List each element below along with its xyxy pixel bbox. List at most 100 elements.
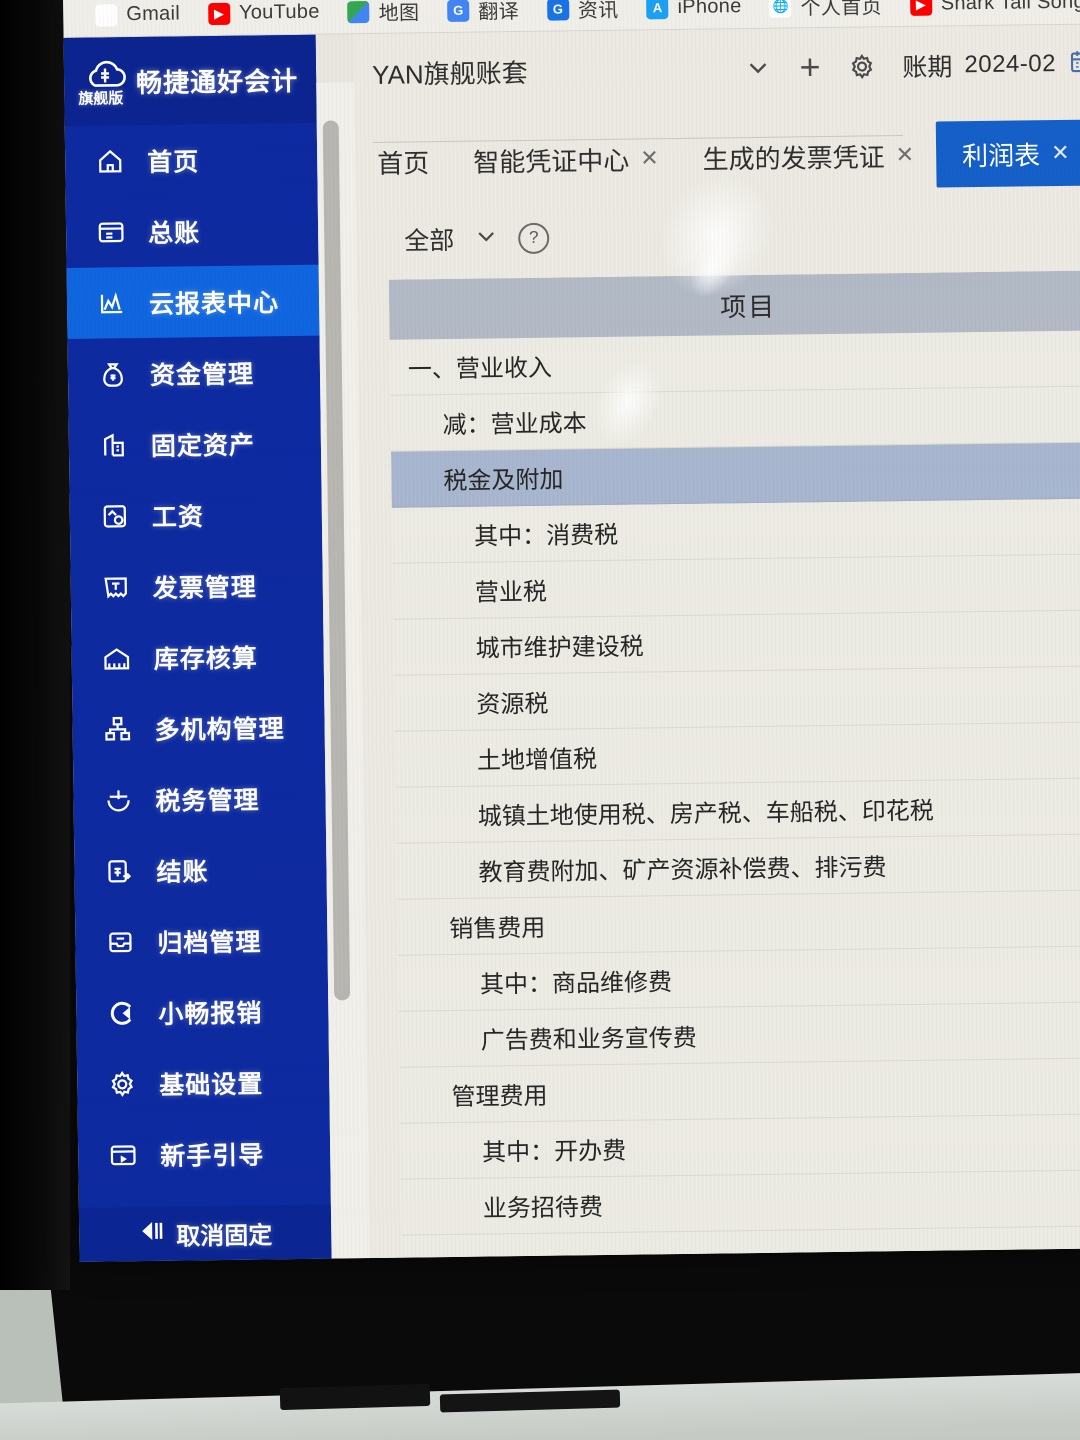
- youtube-icon: ▶: [207, 2, 231, 25]
- sidebar-item-multi-org-management[interactable]: 多机构管理: [72, 691, 325, 765]
- screen-area: M Gmail ▶ YouTube 地图 G 翻译 G 资讯 A iPhone: [63, 0, 1080, 1262]
- settlement-icon: [102, 854, 136, 888]
- tab-smart-voucher-center[interactable]: 智能凭证中心 ✕: [451, 127, 681, 192]
- sidebar-item-label: 固定资产: [150, 431, 256, 461]
- table-row[interactable]: 其中：消费税: [391, 498, 1080, 564]
- table-row[interactable]: 业务招待费: [400, 1170, 1080, 1236]
- bookmark-label: 地图: [378, 2, 420, 25]
- bookmark-maps[interactable]: 地图: [334, 0, 434, 26]
- collapse-arrow-icon: [138, 1219, 168, 1248]
- sidebar-item-xiaochang-expense[interactable]: 小畅报销: [76, 975, 329, 1049]
- row-label: 营业税: [474, 578, 548, 607]
- calendar-icon[interactable]: [1068, 47, 1080, 80]
- sidebar-item-label: 结账: [156, 857, 209, 887]
- row-label: 其中：开办费: [482, 1137, 627, 1167]
- column-header-item: 项目: [719, 291, 777, 322]
- income-statement-table: 项目 一、营业收入 减：营业成本 税金及附加 其中：消费税 营业税 城市维护建设…: [388, 270, 1080, 1258]
- table-row[interactable]: 销售费用: [396, 890, 1080, 956]
- bookmark-label: Shark Tail Song: [940, 0, 1080, 15]
- sidebar-item-label: 资金管理: [149, 360, 255, 390]
- table-row[interactable]: 土地增值税: [394, 722, 1080, 788]
- sidebar-item-payroll[interactable]: 工资: [69, 478, 322, 552]
- table-row[interactable]: 营业税: [392, 554, 1080, 620]
- sidebar-item-label: 归档管理: [157, 927, 262, 958]
- table-row[interactable]: 管理费用: [399, 1058, 1080, 1124]
- filter-selected-value[interactable]: 全部: [404, 221, 454, 258]
- tab-income-statement[interactable]: 利润表 ✕: [935, 119, 1080, 188]
- chevron-down-icon[interactable]: [732, 42, 785, 95]
- table-row[interactable]: 减：营业成本: [390, 386, 1080, 452]
- close-icon[interactable]: ✕: [1051, 140, 1070, 166]
- plus-icon[interactable]: [784, 41, 837, 94]
- bookmark-label: YouTube: [238, 0, 320, 24]
- bookmark-translate[interactable]: G 翻译: [433, 0, 533, 25]
- row-label: 管理费用: [451, 1082, 548, 1112]
- tab-generated-invoice-voucher[interactable]: 生成的发票凭证 ✕: [680, 124, 936, 189]
- bookmark-news[interactable]: G 资讯: [533, 0, 633, 24]
- sidebar-item-basic-settings[interactable]: 基础设置: [77, 1046, 330, 1120]
- sidebar-item-label: 库存核算: [153, 644, 258, 674]
- bookmark-iphone[interactable]: A iPhone: [632, 0, 755, 20]
- bookmark-label: 资讯: [577, 0, 619, 23]
- close-icon[interactable]: ✕: [895, 142, 914, 168]
- sidebar-item-label: 工资: [151, 502, 205, 532]
- sidebar-brand[interactable]: 畅捷通好会计 旗舰版: [63, 34, 317, 126]
- archive-icon: [103, 925, 137, 959]
- sidebar-item-fixed-assets[interactable]: 固定资产: [68, 407, 321, 481]
- table-row[interactable]: 教育费附加、矿产资源补偿费、排污费: [396, 834, 1080, 900]
- sidebar-item-beginner-guide[interactable]: 新手引导: [78, 1117, 331, 1191]
- table-row[interactable]: 资源税: [393, 666, 1080, 732]
- table-row[interactable]: 城市维护建设税: [393, 610, 1080, 676]
- tab-bar: 首页 智能凭证中心 ✕ 生成的发票凭证 ✕ 利润表 ✕: [355, 110, 1080, 204]
- sidebar-item-cloud-report-center[interactable]: 云报表中心: [66, 264, 320, 339]
- tab-home[interactable]: 首页: [355, 130, 452, 193]
- bookmark-personal-home[interactable]: 🌐 个人首页: [755, 0, 896, 21]
- account-set-title[interactable]: YAN旗舰账套: [372, 52, 528, 91]
- sidebar-item-tax-management[interactable]: 税务管理: [73, 762, 326, 836]
- globe-icon: 🌐: [769, 0, 792, 18]
- table-row[interactable]: 广告费和业务宣传费: [398, 1002, 1080, 1068]
- brand-name: 畅捷通好会计: [135, 65, 299, 98]
- row-label: 其中：商品维修费: [479, 969, 673, 999]
- sidebar-item-label: 新手引导: [160, 1140, 265, 1171]
- topbar-spacer: [528, 68, 733, 71]
- bookmark-label: 翻译: [478, 1, 520, 24]
- sidebar-item-ledger[interactable]: 总账: [66, 194, 319, 268]
- table-row[interactable]: 城镇土地使用税、房产税、车船税、印花税: [395, 778, 1080, 844]
- bookmark-label: Gmail: [126, 2, 181, 26]
- sidebar-item-inventory-accounting[interactable]: 库存核算: [71, 620, 324, 694]
- gear-icon[interactable]: [836, 40, 889, 93]
- row-label: 城市维护建设税: [475, 633, 644, 663]
- gear-icon: [105, 1067, 139, 1101]
- sidebar-item-invoice-management[interactable]: 发票管理: [70, 549, 323, 623]
- row-label: 减：营业成本: [442, 410, 587, 440]
- tab-label: 智能凭证中心: [473, 145, 630, 178]
- table-row[interactable]: 一、营业收入: [389, 330, 1080, 396]
- tab-label: 生成的发票凭证: [702, 141, 885, 175]
- youtube-icon: ▶: [909, 0, 932, 16]
- app-store-icon: A: [646, 0, 669, 19]
- accounting-period[interactable]: 账期 2024-02: [902, 45, 1080, 84]
- close-icon[interactable]: ✕: [640, 145, 659, 171]
- bookmark-gmail[interactable]: M Gmail: [81, 2, 194, 27]
- sidebar-collapse-button[interactable]: 取消固定: [78, 1204, 332, 1262]
- question-mark-icon[interactable]: ?: [518, 222, 550, 254]
- bookmark-youtube[interactable]: ▶ YouTube: [194, 0, 334, 25]
- chevron-down-icon[interactable]: [472, 222, 500, 255]
- chart-icon: [95, 286, 129, 320]
- video-guide-icon: [106, 1138, 140, 1172]
- brand-badge: 旗舰版: [78, 90, 124, 108]
- laptop-screen-photo: M Gmail ▶ YouTube 地图 G 翻译 G 资讯 A iPhone: [0, 0, 1080, 1440]
- google-news-icon: G: [546, 0, 570, 21]
- row-label: 销售费用: [449, 914, 546, 944]
- sidebar-item-home[interactable]: 首页: [65, 123, 318, 197]
- sidebar-item-fund-management[interactable]: 资金管理: [68, 336, 321, 410]
- table-row[interactable]: 其中：开办费: [399, 1114, 1080, 1180]
- sidebar-item-label: 基础设置: [159, 1069, 264, 1100]
- sidebar-item-archive-management[interactable]: 归档管理: [75, 904, 328, 978]
- bookmark-shark-tail-song[interactable]: ▶ Shark Tail Song: [896, 0, 1080, 16]
- table-row-selected[interactable]: 税金及附加: [391, 442, 1080, 508]
- table-row[interactable]: 其中：商品维修费: [397, 946, 1080, 1012]
- sidebar-item-settlement[interactable]: 结账: [74, 833, 327, 907]
- tab-label: 利润表: [961, 139, 1041, 171]
